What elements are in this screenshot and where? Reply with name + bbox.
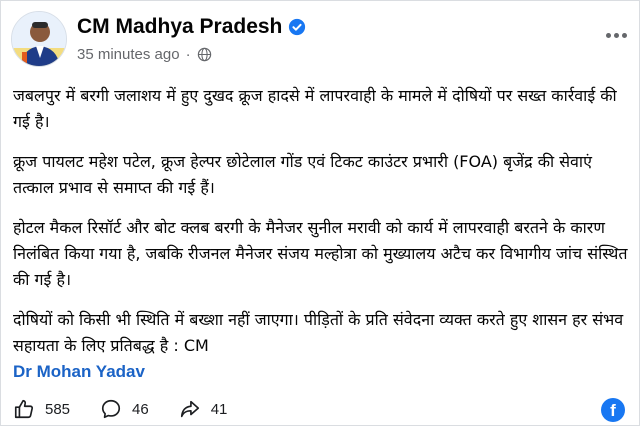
like-count: 585 bbox=[45, 400, 71, 418]
post-body: जबलपुर में बरगी जलाशय में हुए दुखद क्रूज… bbox=[13, 83, 629, 373]
more-dot bbox=[621, 32, 627, 38]
facebook-letter-icon: f bbox=[610, 401, 616, 420]
name-row: CM Madhya Pradesh bbox=[77, 15, 306, 39]
more-dot bbox=[613, 32, 619, 38]
facebook-icon: f bbox=[601, 398, 625, 422]
more-dot bbox=[605, 32, 611, 38]
action-bar: 585 46 41 bbox=[13, 397, 257, 421]
share-arrow-icon bbox=[180, 400, 199, 418]
share-button[interactable]: 41 bbox=[179, 398, 228, 420]
post-paragraph-2: क्रूज पायलट महेश पटेल, क्रूज हेल्पर छोटे… bbox=[13, 152, 592, 197]
post-meta: 35 minutes ago · bbox=[77, 46, 212, 63]
post-timestamp[interactable]: 35 minutes ago bbox=[77, 46, 180, 63]
post-paragraph-1: जबलपुर में बरगी जलाशय में हुए दुखद क्रूज… bbox=[13, 86, 617, 131]
more-options-icon[interactable] bbox=[603, 25, 629, 45]
comment-count: 46 bbox=[132, 400, 149, 418]
globe-icon[interactable] bbox=[197, 47, 212, 62]
comment-button[interactable]: 46 bbox=[100, 398, 149, 420]
post-paragraph-4: दोषियों को किसी भी स्थिति में बख्शा नहीं… bbox=[13, 310, 624, 355]
page-name[interactable]: CM Madhya Pradesh bbox=[77, 15, 282, 39]
thumbs-up-icon bbox=[14, 399, 34, 419]
like-button[interactable]: 585 bbox=[13, 398, 70, 420]
post-header: CM Madhya Pradesh 35 minutes ago · bbox=[11, 11, 631, 71]
tagged-person-link[interactable]: Dr Mohan Yadav bbox=[13, 362, 145, 382]
facebook-post: CM Madhya Pradesh 35 minutes ago · जबलपु… bbox=[0, 0, 640, 426]
share-count: 41 bbox=[210, 400, 228, 418]
meta-separator: · bbox=[185, 46, 191, 63]
verified-badge-icon bbox=[289, 18, 306, 36]
comment-bubble-icon bbox=[101, 399, 121, 419]
avatar[interactable] bbox=[11, 11, 67, 67]
profile-photo-icon bbox=[12, 12, 66, 66]
post-paragraph-3: होटल मैकल रिसॉर्ट और बोट क्लब बरगी के मै… bbox=[13, 218, 628, 289]
